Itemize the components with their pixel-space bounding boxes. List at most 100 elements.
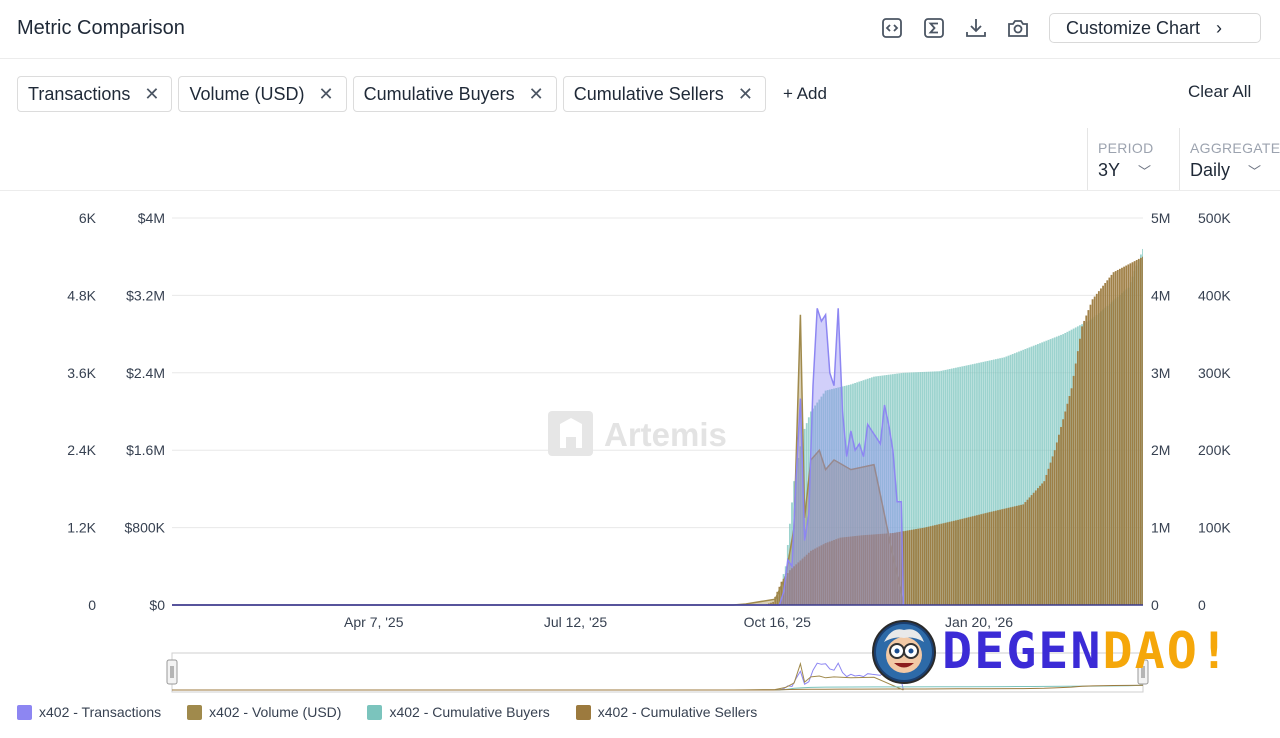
period-label: PERIOD bbox=[1098, 140, 1154, 156]
bar bbox=[963, 518, 966, 605]
legend-swatch bbox=[187, 704, 203, 720]
bar bbox=[984, 513, 987, 605]
x-axis-tick: Jul 12, '25 bbox=[544, 614, 608, 630]
bar bbox=[906, 530, 909, 605]
series-area bbox=[172, 308, 904, 605]
chevron-right-icon: › bbox=[1216, 17, 1223, 38]
legend-label: x402 - Transactions bbox=[39, 704, 162, 720]
bar bbox=[1097, 291, 1100, 605]
bar bbox=[1039, 485, 1041, 605]
artemis-watermark: Artemis bbox=[548, 411, 727, 456]
bar bbox=[1011, 506, 1014, 605]
bar bbox=[1087, 310, 1090, 605]
logo-text: DEGENDAO! bbox=[942, 622, 1231, 680]
bar bbox=[944, 522, 947, 605]
aggregate-select[interactable]: AGGREGATE Daily ﹀ bbox=[1179, 128, 1280, 190]
volume-axis-tick: $0 bbox=[149, 597, 165, 613]
bar bbox=[1083, 320, 1086, 605]
aggregate-label: AGGREGATE bbox=[1190, 140, 1280, 156]
legend-item[interactable]: x402 - Volume (USD) bbox=[187, 704, 341, 720]
chart-legend: x402 - Transactions x402 - Volume (USD) … bbox=[17, 704, 783, 720]
page-title: Metric Comparison bbox=[17, 17, 185, 39]
sigma-icon[interactable] bbox=[922, 16, 946, 40]
metric-chip-cumulative-sellers[interactable]: Cumulative Sellers ✕ bbox=[562, 76, 766, 112]
bar bbox=[940, 523, 943, 605]
metric-chip-cumulative-buyers[interactable]: Cumulative Buyers ✕ bbox=[352, 76, 557, 112]
bar bbox=[1022, 504, 1025, 605]
bar bbox=[1068, 396, 1071, 605]
bar bbox=[1007, 507, 1010, 605]
bar bbox=[1020, 504, 1022, 605]
bar bbox=[1129, 263, 1132, 605]
bar bbox=[1028, 497, 1031, 605]
bar bbox=[927, 526, 930, 605]
period-value: 3Y bbox=[1098, 160, 1121, 180]
bar bbox=[1070, 388, 1073, 605]
bar bbox=[913, 529, 915, 605]
bar bbox=[1024, 502, 1027, 605]
bar bbox=[986, 512, 989, 605]
close-icon[interactable]: ✕ bbox=[144, 84, 159, 105]
volume-axis-tick: $1.6M bbox=[126, 442, 165, 458]
legend-item[interactable]: x402 - Cumulative Sellers bbox=[575, 704, 757, 720]
period-select[interactable]: PERIOD 3Y ﹀ bbox=[1087, 128, 1179, 190]
bar bbox=[976, 515, 978, 605]
bar bbox=[1047, 468, 1050, 605]
legend-item[interactable]: x402 - Cumulative Buyers bbox=[367, 704, 550, 720]
navigator-left-handle[interactable] bbox=[166, 659, 178, 685]
bar bbox=[1089, 304, 1092, 605]
download-icon[interactable] bbox=[964, 16, 988, 40]
buyers-axis-tick: 5M bbox=[1151, 210, 1170, 226]
metric-chip-volume[interactable]: Volume (USD) ✕ bbox=[178, 76, 347, 112]
bar bbox=[1118, 268, 1121, 605]
bar bbox=[1032, 492, 1035, 605]
transactions-axis-tick: 1.2K bbox=[67, 520, 96, 536]
transactions-axis-tick: 6K bbox=[79, 210, 97, 226]
bar bbox=[1003, 508, 1006, 605]
buyers-axis-tick: 2M bbox=[1151, 442, 1170, 458]
bar bbox=[971, 516, 974, 605]
bar bbox=[946, 522, 949, 605]
close-icon[interactable]: ✕ bbox=[738, 84, 753, 105]
bar bbox=[988, 512, 991, 605]
buyers-axis-tick: 1M bbox=[1151, 520, 1170, 536]
bar bbox=[1064, 411, 1067, 605]
close-icon[interactable]: ✕ bbox=[319, 84, 334, 105]
bar bbox=[915, 529, 917, 605]
sellers-axis-tick: 0 bbox=[1198, 597, 1206, 613]
transactions-axis-tick: 0 bbox=[88, 597, 96, 613]
bar bbox=[1049, 462, 1052, 605]
bar bbox=[1072, 375, 1075, 605]
bar bbox=[1112, 272, 1115, 605]
bar bbox=[980, 514, 983, 605]
add-metric-button[interactable]: + Add bbox=[783, 84, 827, 104]
bar bbox=[952, 520, 955, 605]
legend-item[interactable]: x402 - Transactions bbox=[17, 704, 161, 720]
bar bbox=[1091, 299, 1094, 605]
bar bbox=[917, 528, 920, 605]
bar bbox=[1121, 267, 1123, 605]
bar bbox=[969, 516, 972, 605]
bar bbox=[1093, 296, 1096, 605]
embed-code-icon[interactable] bbox=[880, 16, 904, 40]
bar bbox=[955, 520, 957, 605]
bar bbox=[1110, 274, 1113, 605]
chip-label: Volume (USD) bbox=[189, 83, 305, 104]
clear-all-button[interactable]: Clear All bbox=[1188, 82, 1251, 102]
volume-axis-tick: $800K bbox=[125, 520, 166, 536]
customize-chart-button[interactable]: Customize Chart › bbox=[1049, 13, 1261, 43]
bar bbox=[1055, 442, 1058, 605]
bar bbox=[1142, 256, 1143, 605]
bar bbox=[1009, 507, 1012, 605]
bar bbox=[1127, 264, 1130, 605]
bar bbox=[1051, 456, 1054, 605]
bar bbox=[919, 528, 922, 605]
legend-swatch bbox=[367, 704, 383, 720]
bar bbox=[961, 518, 964, 605]
metric-chip-transactions[interactable]: Transactions ✕ bbox=[17, 76, 173, 112]
x-axis-tick: Apr 7, '25 bbox=[344, 614, 404, 630]
bar bbox=[1139, 257, 1142, 605]
bar bbox=[948, 521, 951, 605]
close-icon[interactable]: ✕ bbox=[529, 84, 544, 105]
camera-icon[interactable] bbox=[1006, 16, 1030, 40]
